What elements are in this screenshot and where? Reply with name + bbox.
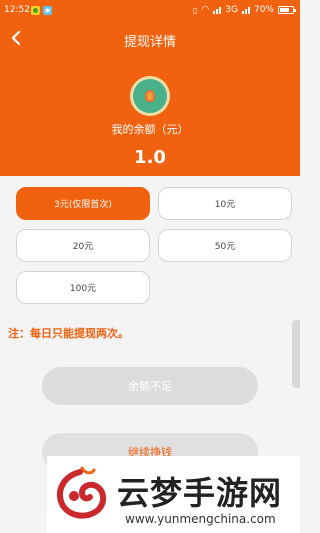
- amount-option-50[interactable]: 50元: [158, 229, 292, 262]
- battery-icon: [278, 6, 296, 14]
- status-bar: 12:52 ✱ ▯ ◠ 3G 70%: [0, 0, 300, 22]
- insufficient-balance-button[interactable]: 余额不足: [42, 367, 258, 405]
- balance-value: 1.0: [134, 147, 166, 168]
- signal-icon-2: [241, 6, 250, 14]
- amount-option-3[interactable]: 3元(仅限首次): [16, 187, 150, 220]
- amount-option-100[interactable]: 100元: [16, 271, 150, 304]
- watermark-name: 云梦手游网: [117, 474, 283, 512]
- wallet-icon: [130, 76, 170, 116]
- status-indicators: ▯ ◠ 3G 70%: [193, 5, 296, 15]
- network-type: 3G: [225, 5, 238, 15]
- amount-option-10[interactable]: 10元: [158, 187, 292, 220]
- watermark-url: www.yunmengchina.com: [125, 512, 276, 526]
- page-title: 提现详情: [123, 35, 176, 50]
- watermark-logo-icon: [57, 466, 106, 519]
- vibrate-icon: ▯: [193, 5, 198, 15]
- balance-label: 我的余额（元）: [111, 123, 189, 136]
- wifi-icon: ◠: [201, 5, 210, 15]
- amount-option-20[interactable]: 20元: [16, 229, 150, 262]
- watermark: 云梦手游网 www.yunmengchina.com: [47, 456, 300, 533]
- notification-app-icon-2: ✱: [43, 6, 52, 15]
- status-time: 12:52: [4, 5, 30, 15]
- scroll-handle[interactable]: [292, 320, 300, 388]
- signal-icon: [213, 6, 222, 14]
- notification-app-icon: [31, 6, 40, 15]
- battery-percent: 70%: [253, 5, 274, 15]
- header-area: 12:52 ✱ ▯ ◠ 3G 70% 提现详情 我的余额（元） 1.0: [0, 0, 300, 176]
- withdraw-note: 注：每日只能提现两次。: [8, 327, 129, 340]
